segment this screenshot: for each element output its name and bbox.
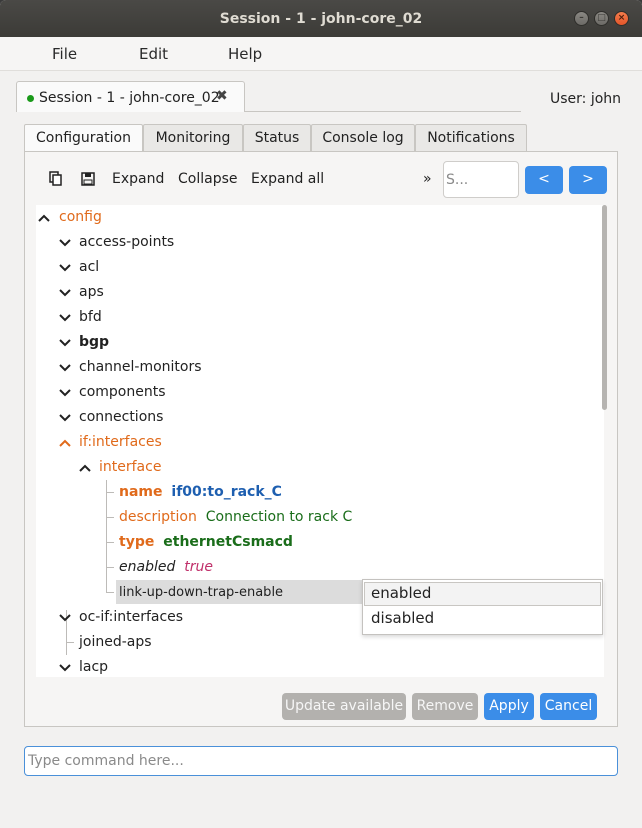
tab-console-log[interactable]: Console log [311,124,415,151]
tree-guide [106,480,107,593]
app-window: Session - 1 - john-core_02 – □ × File Ed… [0,0,642,828]
chevron-down-icon[interactable] [59,255,71,280]
cancel-button[interactable]: Cancel [540,693,597,720]
chevron-up-icon[interactable] [38,205,50,230]
value-dropdown[interactable]: enabled disabled [362,579,603,635]
tab-notifications[interactable]: Notifications [415,124,527,151]
menu-edit[interactable]: Edit [139,45,168,63]
expand-all-button[interactable]: Expand all [251,171,324,187]
remove-button[interactable]: Remove [412,693,478,720]
tree-node[interactable]: bgp [79,330,109,355]
leaf-value: ethernetCsmacd [163,534,293,550]
tree-node[interactable]: joined-aps [79,630,152,655]
leaf-type[interactable]: type ethernetCsmacd [119,530,293,555]
tree-node-interface[interactable]: interface [99,455,161,480]
leaf-key: enabled [119,559,176,575]
copy-icon[interactable] [47,171,63,187]
close-icon[interactable]: × [614,11,629,26]
session-tab-label: Session - 1 - john-core_02 [39,90,220,106]
chevron-down-icon[interactable] [59,655,71,680]
tree-node[interactable]: bfd [79,305,102,330]
leaf-key: name [119,484,163,500]
chevron-down-icon[interactable] [59,380,71,405]
leaf-key: type [119,534,155,550]
tree-node[interactable]: acl [79,255,99,280]
leaf-link-trap[interactable]: link-up-down-trap-enable [119,580,283,605]
chevron-down-icon[interactable] [59,230,71,255]
scrollbar[interactable] [602,205,607,410]
chevron-up-icon[interactable] [79,455,91,480]
leaf-value: Connection to rack C [205,509,353,525]
chevron-down-icon[interactable] [59,355,71,380]
leaf-value: if00:to_rack_C [171,484,282,500]
leaf-value: true [184,559,213,575]
tree-node[interactable]: oc-if:interfaces [79,605,183,630]
status-dot-icon [27,95,34,102]
tab-configuration[interactable]: Configuration [24,124,143,152]
menu-file[interactable]: File [52,45,77,63]
tree-node[interactable]: connections [79,405,163,430]
dropdown-option-enabled[interactable]: enabled [371,584,431,602]
chevron-up-icon[interactable] [59,430,71,455]
apply-button[interactable]: Apply [484,693,534,720]
menu-bar: File Edit Help [0,37,642,71]
divider [245,111,521,112]
tree-guide [106,592,114,593]
maximize-icon[interactable]: □ [594,11,609,26]
chevron-down-icon[interactable] [59,305,71,330]
next-button[interactable]: > [569,166,607,194]
chevron-down-icon[interactable] [59,280,71,305]
leaf-description[interactable]: description Connection to rack C [119,505,352,530]
tree-guide [106,492,114,493]
tab-monitoring[interactable]: Monitoring [143,124,243,151]
session-tab[interactable]: Session - 1 - john-core_02 ✖ [16,81,245,112]
search-input[interactable]: S... [443,161,519,198]
save-icon[interactable] [80,171,96,187]
leaf-name[interactable]: name if00:to_rack_C [119,480,282,505]
tree-node[interactable]: aps [79,280,104,305]
minimize-icon[interactable]: – [574,11,589,26]
user-label: User: john [550,91,622,107]
menu-help[interactable]: Help [228,45,262,63]
chevron-down-icon[interactable] [59,330,71,355]
close-tab-icon[interactable]: ✖ [216,88,228,104]
leaf-enabled[interactable]: enabled true [119,555,213,580]
tree-node-config[interactable]: config [59,205,102,230]
tree-node[interactable]: access-points [79,230,174,255]
chevron-down-icon[interactable] [59,405,71,430]
tab-status[interactable]: Status [243,124,311,151]
expand-button[interactable]: Expand [112,171,164,187]
tree-node[interactable]: components [79,380,166,405]
title-bar: Session - 1 - john-core_02 – □ × [0,0,642,37]
leaf-key: description [119,509,197,525]
chevron-down-icon[interactable] [59,605,71,630]
tree-guide [106,542,114,543]
tree-node[interactable]: lacp [79,655,108,680]
command-input[interactable]: Type command here... [24,746,618,776]
window-title: Session - 1 - john-core_02 [219,10,423,27]
prev-button[interactable]: < [525,166,563,194]
tree-guide [106,517,114,518]
collapse-button[interactable]: Collapse [178,171,238,187]
tree-node[interactable]: channel-monitors [79,355,202,380]
more-icon[interactable]: » [423,171,432,187]
tree-node-if-interfaces[interactable]: if:interfaces [79,430,162,455]
update-available-button[interactable]: Update available [282,693,406,720]
tree-guide [106,567,114,568]
tree-guide [66,642,74,643]
dropdown-option-disabled[interactable]: disabled [371,609,434,627]
